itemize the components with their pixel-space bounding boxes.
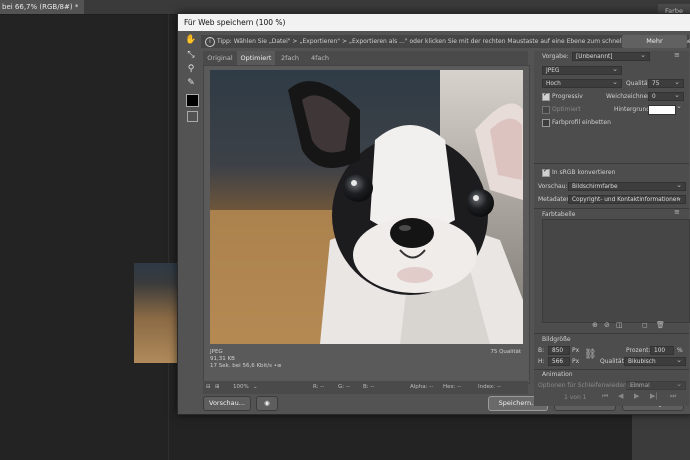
- hand-tool-icon[interactable]: ✋: [185, 34, 197, 46]
- section-divider: [534, 163, 689, 164]
- height-unit: Px: [572, 358, 580, 365]
- optimized-checkbox[interactable]: [542, 106, 550, 114]
- section-divider: [534, 208, 689, 209]
- eyedropper-color-swatch[interactable]: [186, 94, 199, 107]
- alpha-readout: Alpha: --: [410, 384, 434, 390]
- section-divider: [534, 369, 689, 370]
- tab-optimized[interactable]: Optimiert: [237, 51, 275, 65]
- resample-quality-label: Qualität:: [600, 358, 626, 365]
- toggle-slices-visibility-icon[interactable]: [187, 111, 198, 122]
- new-color-icon[interactable]: ◻: [642, 321, 648, 329]
- quality-input[interactable]: 75: [648, 78, 684, 88]
- preview-statusbar: ⊟ ⊞ 100% ⌄ R: -- G: -- B: -- Alpha: -- H…: [203, 381, 528, 394]
- optimized-preview-image[interactable]: [210, 70, 523, 344]
- percent-label: Prozent:: [626, 347, 651, 354]
- hex-readout: Hex: --: [443, 384, 462, 390]
- info-icon: i: [205, 37, 215, 47]
- play-icon[interactable]: ▶: [634, 392, 639, 400]
- matte-color-swatch[interactable]: [648, 105, 676, 115]
- blur-input[interactable]: 0: [648, 91, 684, 101]
- dialog-titlebar[interactable]: Für Web speichern (100 %): [178, 14, 690, 31]
- tip-text: Tipp: Wählen Sie „Datei" > „Exportieren"…: [217, 38, 690, 45]
- optimized-label: Optimiert: [552, 106, 581, 113]
- eyedropper-tool-icon[interactable]: ✎: [185, 77, 197, 89]
- tab-original[interactable]: Original: [203, 51, 237, 65]
- embed-color-profile-checkbox[interactable]: [542, 119, 550, 127]
- section-divider: [534, 333, 689, 334]
- lock-color-icon[interactable]: ⊘: [604, 321, 610, 329]
- zoom-level[interactable]: 100%: [233, 381, 249, 394]
- width-unit: Px: [572, 347, 580, 354]
- blur-label: Weichzeichnen:: [606, 93, 653, 100]
- animation-label: Animation: [542, 371, 573, 378]
- image-size-label: Bildgröße: [542, 336, 571, 343]
- dialog-title: Für Web speichern (100 %): [184, 18, 286, 27]
- web-snap-icon[interactable]: ◫: [616, 321, 623, 329]
- matte-label: Hintergrund:: [614, 106, 653, 113]
- preview-color-label: Vorschau:: [538, 183, 568, 190]
- more-button[interactable]: Mehr: [622, 35, 687, 48]
- preview-tabs: Original Optimiert 2fach 4fach: [203, 51, 528, 65]
- zoom-out-icon[interactable]: ⊟: [206, 381, 211, 394]
- loop-options-select[interactable]: Einmal: [626, 380, 686, 390]
- tab-2up[interactable]: 2fach: [275, 51, 305, 65]
- slice-select-tool-icon[interactable]: ⤡: [185, 49, 197, 61]
- color-table: [542, 219, 690, 323]
- red-readout: R: --: [313, 384, 325, 390]
- first-frame-icon[interactable]: ⏮: [602, 392, 608, 401]
- tab-4up[interactable]: 4fach: [305, 51, 335, 65]
- percent-unit: %: [677, 347, 683, 354]
- preset-select[interactable]: [Unbenannt]: [572, 51, 650, 61]
- percent-input[interactable]: 100: [650, 346, 674, 355]
- format-select[interactable]: JPEG: [542, 65, 622, 75]
- preview-pane: JPEG 91,31 KB 17 Sek. bei 56,6 Kbit/s •≡…: [203, 65, 530, 384]
- zoom-dropdown-icon[interactable]: ⌄: [253, 381, 258, 394]
- index-readout: Index: --: [478, 384, 501, 390]
- constrain-proportions-icon[interactable]: ⛓: [584, 349, 597, 360]
- optimization-settings-panel: Vorgabe: [Unbenannt] ≡ JPEG Hoch Qualitä…: [534, 51, 690, 406]
- color-table-label: Farbtabelle: [542, 211, 576, 218]
- optimize-menu-icon[interactable]: ≡: [674, 51, 680, 59]
- preview-download-time: 17 Sek. bei 56,6 Kbit/s •≡: [210, 363, 282, 369]
- compression-quality-select[interactable]: Hoch: [542, 78, 622, 88]
- convert-srgb-label: In sRGB konvertieren: [552, 169, 616, 176]
- zoom-in-icon[interactable]: ⊞: [215, 381, 220, 394]
- tip-bar: i Tipp: Wählen Sie „Datei" > „Exportiere…: [201, 35, 690, 48]
- frame-counter: 1 von 1: [564, 394, 587, 401]
- resample-quality-select[interactable]: Bikubisch: [624, 356, 686, 366]
- width-input[interactable]: 850: [548, 346, 570, 355]
- width-label: B:: [538, 347, 545, 354]
- height-label: H:: [538, 358, 545, 365]
- map-color-icon[interactable]: ⊕: [592, 321, 598, 329]
- blue-readout: B: --: [363, 384, 375, 390]
- convert-srgb-checkbox[interactable]: [542, 167, 550, 177]
- previous-frame-icon[interactable]: ◀: [618, 392, 623, 400]
- dog-photo: [210, 70, 523, 344]
- preview-in-browser-button[interactable]: Vorschau...: [203, 396, 251, 411]
- document-tab[interactable]: bei 66,7% (RGB/8#) *: [0, 0, 85, 14]
- preview-color-select[interactable]: Bildschirmfarbe: [568, 181, 686, 191]
- preview-file-info: JPEG 91,31 KB 17 Sek. bei 56,6 Kbit/s •≡: [210, 349, 350, 370]
- preset-label: Vorgabe:: [542, 53, 569, 60]
- embed-color-profile-label: Farbprofil einbetten: [552, 119, 611, 126]
- last-frame-icon[interactable]: ⏭: [670, 392, 676, 401]
- green-readout: G: --: [338, 384, 350, 390]
- zoom-tool-icon[interactable]: ⚲: [185, 63, 197, 75]
- download-speed-menu-icon[interactable]: •≡: [274, 363, 282, 369]
- next-frame-icon[interactable]: ▶|: [650, 392, 658, 400]
- canvas-image-fragment: [134, 263, 182, 363]
- progressive-checkbox[interactable]: [542, 91, 550, 101]
- canvas-divider: [168, 14, 169, 460]
- color-table-menu-icon[interactable]: ≡: [674, 208, 680, 216]
- browser-select-icon[interactable]: ◉: [256, 396, 278, 411]
- height-input[interactable]: 566: [548, 357, 570, 366]
- save-for-web-dialog: Für Web speichern (100 %) ✋ ⤡ ⚲ ✎ i Tipp…: [177, 13, 690, 415]
- preview-filesize: 91,31 KB: [210, 356, 235, 362]
- metadata-select[interactable]: Copyright- und Kontaktinformationen: [568, 194, 686, 204]
- preview-quality: 75 Qualität: [490, 349, 521, 355]
- delete-color-icon[interactable]: 🗑: [656, 321, 665, 329]
- matte-dropdown-icon[interactable]: ⌄: [676, 102, 682, 110]
- preview-format: JPEG: [210, 349, 223, 355]
- progressive-label: Progressiv: [552, 93, 583, 100]
